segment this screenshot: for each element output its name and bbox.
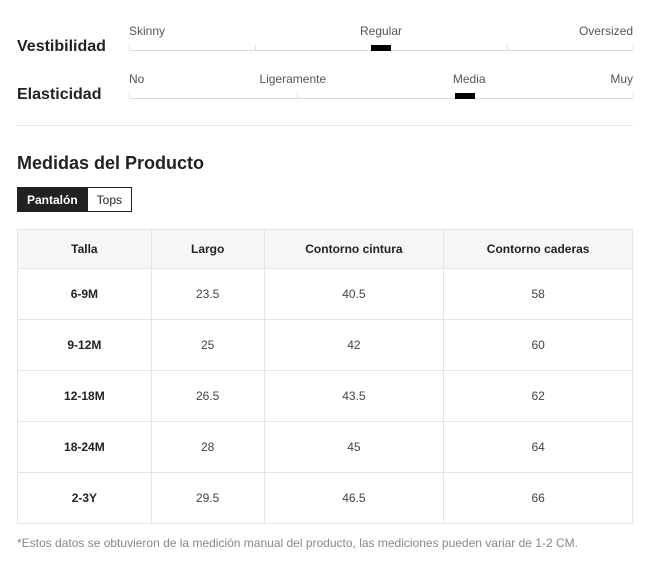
hip-cell: 66 [443, 472, 633, 524]
elasticity-scale-no: No [129, 72, 145, 86]
hip-cell: 62 [443, 370, 633, 422]
waist-cell: 46.5 [263, 472, 445, 524]
size-cell: 9-12M [17, 319, 152, 371]
size-cell: 12-18M [17, 370, 152, 422]
section-divider [17, 125, 633, 126]
fit-scale-oversized: Oversized [578, 24, 633, 38]
hip-cell: 58 [443, 268, 633, 320]
elasticity-tick [296, 93, 298, 98]
elasticity-scale-ligeramente: Ligeramente [259, 72, 327, 86]
fit-marker [371, 45, 391, 51]
waist-cell: 40.5 [263, 268, 445, 320]
size-cell: 2-3Y [17, 472, 152, 524]
size-cell: 18-24M [17, 421, 152, 473]
size-table: Talla Largo Contorno cintura Contorno ca… [17, 229, 633, 524]
column-header-largo: Largo [150, 229, 265, 269]
waist-cell: 45 [263, 421, 445, 473]
hip-cell: 64 [443, 421, 633, 473]
length-cell: 28 [150, 421, 265, 473]
fit-label: Vestibilidad [17, 38, 106, 55]
fit-tick [633, 45, 634, 50]
measurements-title: Medidas del Producto [17, 153, 205, 173]
hip-cell: 60 [443, 319, 633, 371]
length-cell: 23.5 [150, 268, 265, 320]
table-row: 2-3Y 29.5 46.5 66 [17, 472, 633, 524]
column-header-caderas: Contorno caderas [443, 229, 633, 269]
table-row: 18-24M 28 45 64 [17, 421, 633, 473]
fit-scale-skinny: Skinny [129, 24, 166, 38]
elasticity-track [129, 93, 634, 99]
column-header-talla: Talla [17, 229, 152, 269]
fit-scale-labels: Skinny Regular Oversized [129, 24, 633, 40]
measurement-disclaimer: *Estos datos se obtuvieron de la medició… [17, 536, 578, 550]
length-cell: 26.5 [150, 370, 265, 422]
elasticity-marker [454, 93, 475, 99]
column-header-cintura: Contorno cintura [263, 229, 445, 269]
length-cell: 29.5 [150, 472, 265, 524]
length-cell: 25 [150, 319, 265, 371]
waist-cell: 42 [263, 319, 445, 371]
fit-tick [255, 45, 256, 50]
table-row: 6-9M 23.5 40.5 58 [17, 268, 633, 320]
elasticity-scale-muy: Muy [610, 72, 633, 86]
fit-scale-regular: Regular [359, 24, 403, 38]
elasticity-scale-labels: No Ligeramente Media Muy [129, 72, 633, 88]
elasticity-tick [633, 93, 634, 98]
fit-tick [129, 45, 130, 50]
table-header-row: Talla Largo Contorno cintura Contorno ca… [17, 229, 633, 269]
size-cell: 6-9M [17, 268, 152, 320]
table-row: 9-12M 25 42 60 [17, 319, 633, 371]
measurement-tabs: Pantalón Tops [17, 187, 133, 212]
fit-scale: Vestibilidad Skinny Regular Oversized [17, 24, 634, 64]
tab-tops[interactable]: Tops [87, 187, 133, 212]
waist-cell: 43.5 [263, 370, 445, 422]
elasticity-tick [129, 93, 130, 98]
elasticity-scale: Elasticidad No Ligeramente Media Muy [17, 72, 634, 112]
table-row: 12-18M 26.5 43.5 62 [17, 370, 633, 422]
tab-pantalon[interactable]: Pantalón [17, 187, 88, 212]
elasticity-scale-media: Media [452, 72, 486, 86]
fit-track [129, 45, 634, 51]
fit-tick [507, 45, 508, 50]
elasticity-label: Elasticidad [17, 86, 102, 103]
